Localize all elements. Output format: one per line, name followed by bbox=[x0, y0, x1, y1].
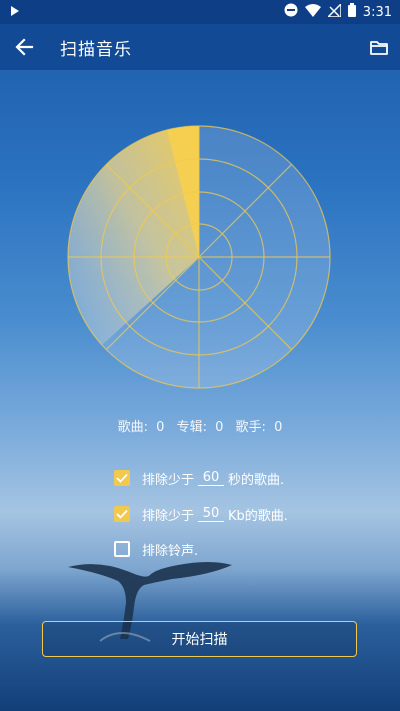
songs-label: 歌曲: bbox=[117, 420, 149, 435]
option-prefix: 排除少于 bbox=[142, 508, 195, 524]
exclude-short-songs-checkbox[interactable] bbox=[114, 470, 130, 486]
albums-label: 专辑: bbox=[176, 420, 207, 435]
page-title: 扫描音乐 bbox=[60, 39, 132, 60]
status-bar: 3:31 bbox=[0, 0, 400, 24]
min-seconds-input[interactable]: 60 bbox=[198, 470, 225, 486]
exclude-small-files-checkbox[interactable] bbox=[114, 506, 130, 522]
scan-radar bbox=[67, 125, 331, 389]
folder-icon[interactable] bbox=[370, 40, 388, 55]
option-prefix: 排除少于 bbox=[142, 472, 195, 488]
artists-label: 歌手: bbox=[235, 420, 266, 435]
play-icon bbox=[10, 5, 20, 20]
start-scan-button[interactable]: 开始扫描 bbox=[42, 621, 357, 657]
artists-count: 0 bbox=[274, 420, 283, 435]
scan-stats: 歌曲: 0 专辑: 0 歌手: 0 bbox=[0, 416, 400, 435]
wifi-icon bbox=[304, 3, 321, 21]
option-suffix: Kb的歌曲. bbox=[228, 508, 288, 524]
no-signal-icon bbox=[325, 1, 342, 21]
back-arrow-icon[interactable] bbox=[14, 37, 34, 57]
exclude-short-songs-option[interactable]: 排除少于 60 秒的歌曲. bbox=[114, 468, 284, 488]
status-icons: 3:31 bbox=[284, 1, 392, 21]
artists-stat: 歌手: 0 bbox=[234, 420, 285, 435]
albums-count: 0 bbox=[215, 420, 224, 435]
option-suffix: 秒的歌曲. bbox=[228, 472, 285, 488]
app-bar: 扫描音乐 bbox=[0, 24, 400, 70]
albums-stat: 专辑: 0 bbox=[175, 420, 226, 435]
do-not-disturb-icon bbox=[284, 3, 298, 21]
battery-icon bbox=[347, 3, 356, 21]
songs-stat: 歌曲: 0 bbox=[116, 420, 167, 435]
songs-count: 0 bbox=[156, 420, 165, 435]
exclude-small-files-option[interactable]: 排除少于 50 Kb的歌曲. bbox=[114, 504, 288, 524]
min-kb-input[interactable]: 50 bbox=[198, 506, 225, 522]
status-time: 3:31 bbox=[362, 4, 392, 20]
